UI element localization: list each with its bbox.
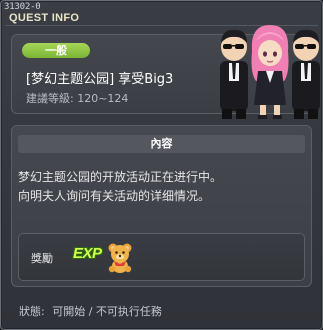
reward-label: 獎勵 [31, 252, 53, 265]
npc-lady [251, 25, 289, 119]
teddy-bear-icon[interactable] [103, 240, 137, 274]
quest-summary-panel: 一般 [梦幻主题公园] 享受Big3 建議等級: 120~124 [11, 25, 320, 119]
quest-info-window: 31302-0 QUEST INFO 一般 [梦幻主题公园] 享受Big3 建議… [0, 0, 323, 330]
quest-status: 狀態: 可開始 / 不可执行任務 [19, 303, 166, 319]
quest-id: 31302-0 [4, 2, 41, 12]
status-label: 狀態: [19, 305, 45, 318]
quest-content-panel: 內容 梦幻主题公园的开放活动正在进行中。 向明夫人询问有关活动的详细情况。 獎勵… [11, 125, 312, 287]
npc-bodyguard-left [220, 29, 248, 119]
quest-category-tag: 一般 [22, 43, 90, 58]
description-line: 梦幻主题公园的开放活动正在进行中。 [18, 170, 223, 184]
window-title: QUEST INFO [9, 12, 80, 24]
npc-portrait-icon [220, 25, 320, 119]
level-requirement: 建議等級: 120~124 [26, 92, 129, 105]
npc-bodyguard-right [292, 29, 320, 119]
exp-reward-icon: EXP [73, 245, 102, 262]
status-value: 可開始 / 不可执行任務 [52, 305, 162, 318]
quest-description: 梦幻主题公园的开放活动正在进行中。 向明夫人询问有关活动的详细情况。 [18, 168, 305, 206]
description-line: 向明夫人询问有关活动的详细情况。 [18, 189, 211, 203]
reward-box: 獎勵 EXP [18, 233, 305, 281]
quest-name: [梦幻主题公园] 享受Big3 [26, 72, 174, 87]
content-header: 內容 [18, 135, 305, 153]
